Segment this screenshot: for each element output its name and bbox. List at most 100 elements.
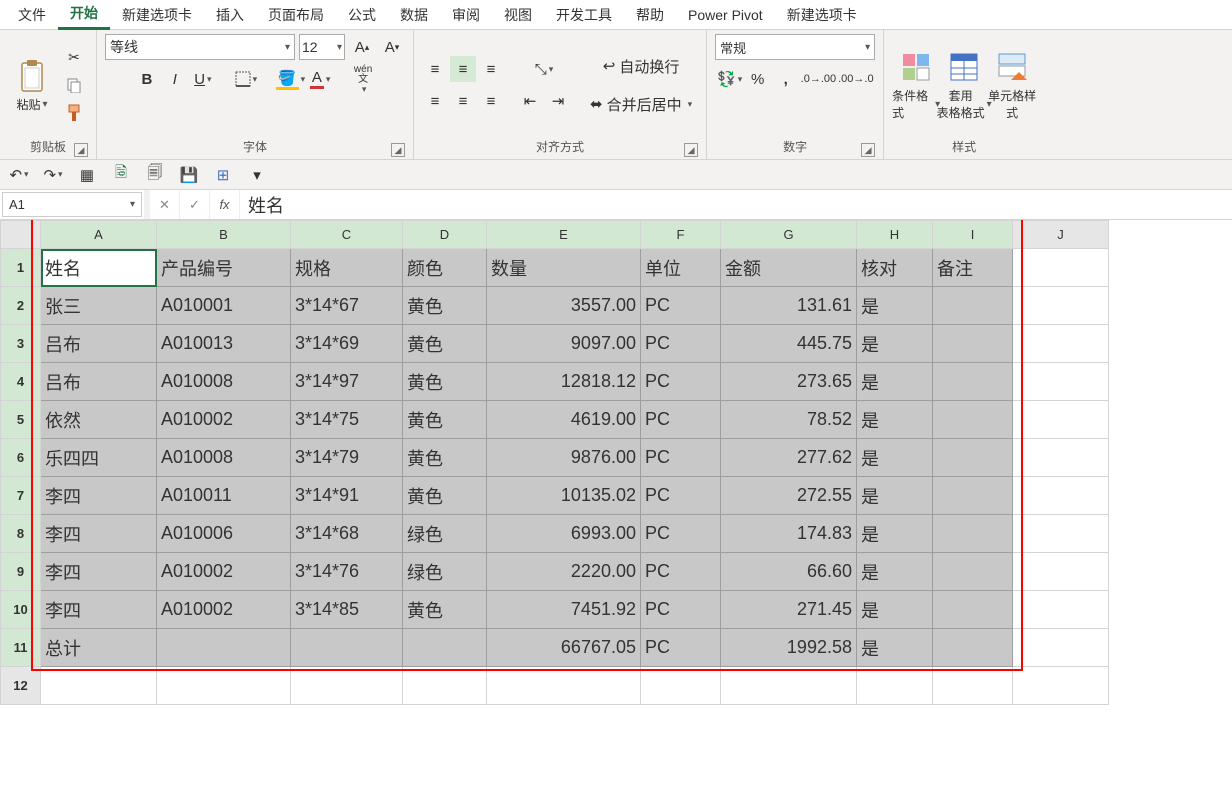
cell-H7[interactable]: 是 xyxy=(857,477,933,515)
accounting-format-button[interactable]: 💱 xyxy=(717,66,743,92)
menu-tab-10[interactable]: 帮助 xyxy=(624,1,676,29)
menu-tab-0[interactable]: 文件 xyxy=(6,1,58,29)
cell-B6[interactable]: A010008 xyxy=(157,439,291,477)
cell-H6[interactable]: 是 xyxy=(857,439,933,477)
cell-G11[interactable]: 1992.58 xyxy=(721,629,857,667)
cell-E2[interactable]: 3557.00 xyxy=(487,287,641,325)
border-button[interactable] xyxy=(233,66,259,92)
cell-E7[interactable]: 10135.02 xyxy=(487,477,641,515)
conditional-format-button[interactable]: 条件格式▾ xyxy=(892,40,940,130)
cell-A5[interactable]: 依然 xyxy=(41,401,157,439)
increase-font-button[interactable]: A▴ xyxy=(349,34,375,60)
bold-button[interactable]: B xyxy=(134,66,160,92)
cell-F6[interactable]: PC xyxy=(641,439,721,477)
orientation-button[interactable]: ⤡ xyxy=(517,56,571,82)
cell-H9[interactable]: 是 xyxy=(857,553,933,591)
cell-H2[interactable]: 是 xyxy=(857,287,933,325)
cell-G3[interactable]: 445.75 xyxy=(721,325,857,363)
cell-I7[interactable] xyxy=(933,477,1013,515)
cell-G8[interactable]: 174.83 xyxy=(721,515,857,553)
align-top-button[interactable]: ≡ xyxy=(422,56,448,82)
cell-F5[interactable]: PC xyxy=(641,401,721,439)
cell-I11[interactable] xyxy=(933,629,1013,667)
cell-J11[interactable] xyxy=(1013,629,1109,667)
row-header-3[interactable]: 3 xyxy=(1,325,41,363)
copy-button[interactable] xyxy=(60,73,88,97)
cell-A10[interactable]: 李四 xyxy=(41,591,157,629)
cell-B5[interactable]: A010002 xyxy=(157,401,291,439)
cell-I12[interactable] xyxy=(933,667,1013,705)
cell-G4[interactable]: 273.65 xyxy=(721,363,857,401)
cell-I4[interactable] xyxy=(933,363,1013,401)
cell-E5[interactable]: 4619.00 xyxy=(487,401,641,439)
decrease-indent-button[interactable]: ⇤ xyxy=(517,88,543,114)
decrease-font-button[interactable]: A▾ xyxy=(379,34,405,60)
cell-C5[interactable]: 3*14*75 xyxy=(291,401,403,439)
cell-styles-button[interactable]: 单元格样式 xyxy=(988,40,1036,130)
cell-F2[interactable]: PC xyxy=(641,287,721,325)
percent-button[interactable]: % xyxy=(745,66,771,92)
phonetic-guide-button[interactable]: wén文 xyxy=(350,66,376,92)
cell-B3[interactable]: A010013 xyxy=(157,325,291,363)
menu-tab-9[interactable]: 开发工具 xyxy=(544,1,624,29)
row-header-7[interactable]: 7 xyxy=(1,477,41,515)
cell-F1[interactable]: 单位 xyxy=(641,249,721,287)
cell-I2[interactable] xyxy=(933,287,1013,325)
worksheet-area[interactable]: ABCDEFGHIJ1姓名产品编号规格颜色数量单位金额核对备注2张三A01000… xyxy=(0,220,1232,800)
cell-D9[interactable]: 绿色 xyxy=(403,553,487,591)
cell-E3[interactable]: 9097.00 xyxy=(487,325,641,363)
insert-function-button[interactable]: fx xyxy=(210,190,240,219)
select-all-corner[interactable] xyxy=(1,221,41,249)
cell-B10[interactable]: A010002 xyxy=(157,591,291,629)
cell-A4[interactable]: 吕布 xyxy=(41,363,157,401)
cell-D10[interactable]: 黄色 xyxy=(403,591,487,629)
cell-A7[interactable]: 李四 xyxy=(41,477,157,515)
cell-D7[interactable]: 黄色 xyxy=(403,477,487,515)
cell-D5[interactable]: 黄色 xyxy=(403,401,487,439)
cell-B2[interactable]: A010001 xyxy=(157,287,291,325)
cell-D2[interactable]: 黄色 xyxy=(403,287,487,325)
italic-button[interactable]: I xyxy=(162,66,188,92)
formula-input[interactable]: 姓名 xyxy=(240,190,1232,219)
cell-H8[interactable]: 是 xyxy=(857,515,933,553)
wrap-text-button[interactable]: ↩ 自动换行 xyxy=(584,53,698,79)
cell-F11[interactable]: PC xyxy=(641,629,721,667)
cell-C3[interactable]: 3*14*69 xyxy=(291,325,403,363)
cell-I8[interactable] xyxy=(933,515,1013,553)
merge-center-button[interactable]: ⬌ 合并后居中 xyxy=(584,91,698,117)
col-header-J[interactable]: J xyxy=(1013,221,1109,249)
cell-J6[interactable] xyxy=(1013,439,1109,477)
cell-A12[interactable] xyxy=(41,667,157,705)
clipboard-launcher[interactable]: ◢ xyxy=(74,143,88,157)
cell-B9[interactable]: A010002 xyxy=(157,553,291,591)
menu-tab-11[interactable]: Power Pivot xyxy=(676,3,775,27)
cell-I9[interactable] xyxy=(933,553,1013,591)
align-middle-button[interactable]: ≡ xyxy=(450,56,476,82)
col-header-I[interactable]: I xyxy=(933,221,1013,249)
cell-J5[interactable] xyxy=(1013,401,1109,439)
cell-F8[interactable]: PC xyxy=(641,515,721,553)
cell-H12[interactable] xyxy=(857,667,933,705)
font-name-select[interactable]: 等线▾ xyxy=(105,34,295,60)
cell-C11[interactable] xyxy=(291,629,403,667)
col-header-E[interactable]: E xyxy=(487,221,641,249)
row-header-10[interactable]: 10 xyxy=(1,591,41,629)
cell-C4[interactable]: 3*14*97 xyxy=(291,363,403,401)
cell-A3[interactable]: 吕布 xyxy=(41,325,157,363)
align-right-button[interactable]: ≡ xyxy=(478,88,504,114)
cell-A6[interactable]: 乐四四 xyxy=(41,439,157,477)
cell-D12[interactable] xyxy=(403,667,487,705)
cell-J3[interactable] xyxy=(1013,325,1109,363)
cell-D11[interactable] xyxy=(403,629,487,667)
cell-J8[interactable] xyxy=(1013,515,1109,553)
redo-button[interactable]: ↷ xyxy=(40,163,66,187)
menu-tab-4[interactable]: 页面布局 xyxy=(256,1,336,29)
paste-button[interactable]: 粘贴▾ xyxy=(8,40,56,130)
cell-F4[interactable]: PC xyxy=(641,363,721,401)
col-header-B[interactable]: B xyxy=(157,221,291,249)
increase-indent-button[interactable]: ⇥ xyxy=(545,88,571,114)
cell-D6[interactable]: 黄色 xyxy=(403,439,487,477)
cell-J4[interactable] xyxy=(1013,363,1109,401)
cell-D4[interactable]: 黄色 xyxy=(403,363,487,401)
comma-button[interactable]: , xyxy=(773,66,799,92)
